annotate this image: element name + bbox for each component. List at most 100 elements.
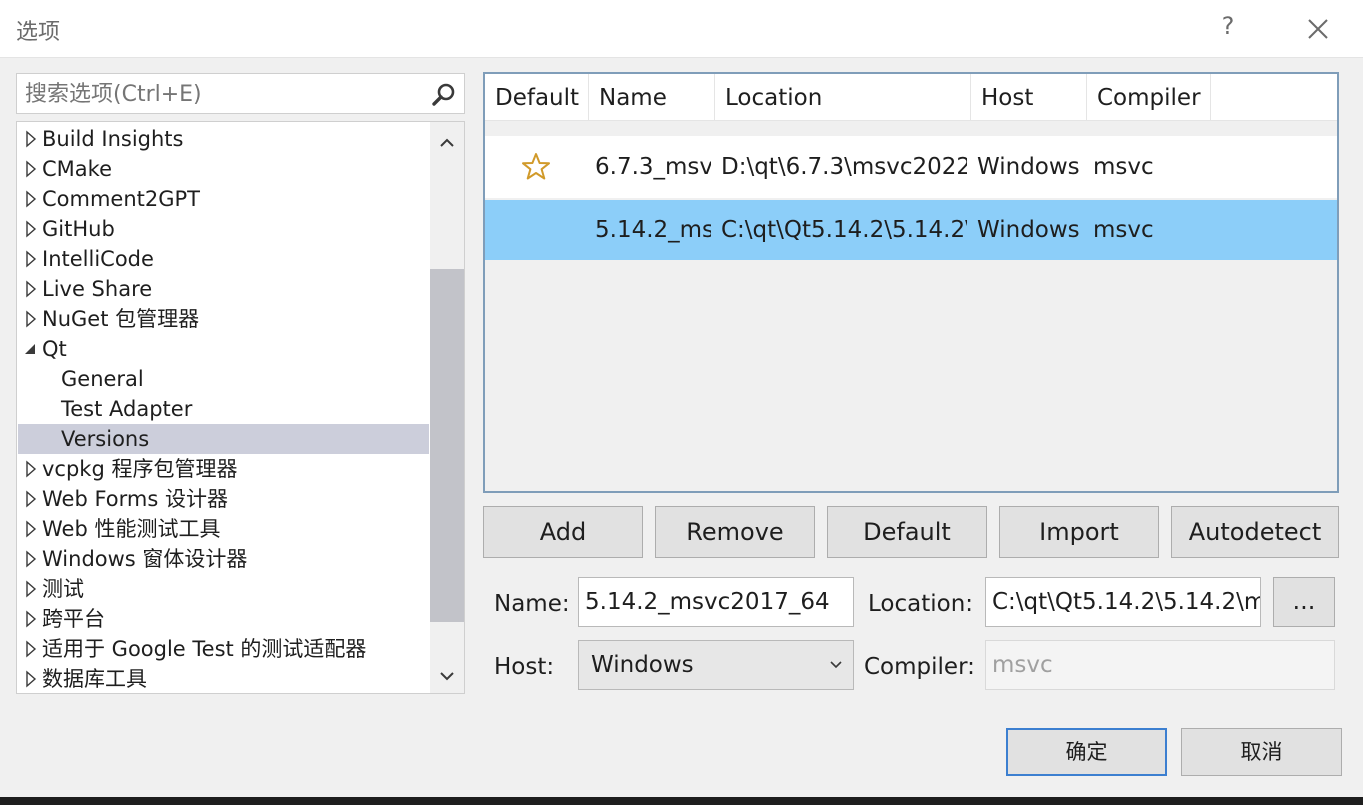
compiler-field: msvc <box>985 640 1335 690</box>
tree-item-label: IntelliCode <box>42 247 154 271</box>
table-row[interactable]: 6.7.3_msvc2022_64 D:\qt\6.7.3\msvc2022_6… <box>485 136 1337 198</box>
tree-item-label: Windows 窗体设计器 <box>42 547 248 571</box>
scroll-up-button[interactable] <box>430 126 464 160</box>
host-label: Host: <box>494 654 555 680</box>
column-header-compiler[interactable]: Compiler <box>1087 74 1211 121</box>
expand-arrow-icon[interactable] <box>24 274 38 304</box>
star-icon <box>522 153 550 180</box>
expand-arrow-icon[interactable] <box>24 664 38 694</box>
tree-item[interactable]: Windows 窗体设计器 <box>18 544 429 574</box>
expand-arrow-icon[interactable] <box>24 214 38 244</box>
tree-item-label: Build Insights <box>42 127 184 151</box>
location-label: Location: <box>868 591 974 617</box>
tree-item-label: General <box>61 367 144 391</box>
import-button[interactable]: Import <box>999 506 1159 558</box>
tree-item-label: 适用于 Google Test 的测试适配器 <box>42 637 367 661</box>
location-field[interactable]: C:\qt\Qt5.14.2\5.14.2\msvc2017_64 <box>985 577 1261 627</box>
version-compiler-cell: msvc <box>1093 154 1154 180</box>
chevron-down-icon <box>830 661 842 669</box>
tree-item[interactable]: General <box>18 364 429 394</box>
default-cell[interactable] <box>485 136 589 198</box>
tree-item-label: Web 性能测试工具 <box>42 517 221 541</box>
tree-item[interactable]: Qt <box>18 334 429 364</box>
tree-item-label: Live Share <box>42 277 153 301</box>
tree-item-label: 数据库工具 <box>42 667 147 691</box>
title-bar: 选项 ? <box>0 0 1363 58</box>
tree-item[interactable]: Live Share <box>18 274 429 304</box>
autodetect-button[interactable]: Autodetect <box>1171 506 1339 558</box>
tree-item[interactable]: 数据库工具 <box>18 664 429 694</box>
scroll-thumb[interactable] <box>430 269 464 622</box>
column-header-host[interactable]: Host <box>971 74 1087 121</box>
column-header-default[interactable]: Default <box>485 74 589 121</box>
browse-location-button[interactable]: ... <box>1273 577 1335 627</box>
tree-item[interactable]: NuGet 包管理器 <box>18 304 429 334</box>
expand-arrow-icon[interactable] <box>24 304 38 334</box>
window-title: 选项 <box>16 20 61 45</box>
version-location-cell: C:\qt\Qt5.14.2\5.14.2\msvc2017_64 <box>721 217 967 243</box>
expand-arrow-icon[interactable] <box>24 244 38 274</box>
tree-item[interactable]: Versions <box>18 424 429 454</box>
cancel-button[interactable]: 取消 <box>1181 728 1342 776</box>
expand-arrow-icon[interactable] <box>24 154 38 184</box>
tree-item-label: 测试 <box>42 577 84 601</box>
set-default-button[interactable]: Default <box>827 506 987 558</box>
host-select[interactable]: Windows <box>578 640 854 690</box>
column-header-location[interactable]: Location <box>715 74 971 121</box>
tree-item[interactable]: Web 性能测试工具 <box>18 514 429 544</box>
tree-item[interactable]: Test Adapter <box>18 394 429 424</box>
ok-button[interactable]: 确定 <box>1006 728 1167 776</box>
expand-arrow-icon[interactable] <box>24 634 38 664</box>
search-button[interactable] <box>431 82 457 108</box>
expand-arrow-icon[interactable] <box>24 184 38 214</box>
version-compiler-cell: msvc <box>1093 217 1154 243</box>
background-editor-strip <box>0 797 1363 805</box>
tree-item[interactable]: 适用于 Google Test 的测试适配器 <box>18 634 429 664</box>
tree-item[interactable]: IntelliCode <box>18 244 429 274</box>
search-icon <box>432 83 455 106</box>
table-row-selected[interactable]: 5.14.2_msvc2017_64 C:\qt\Qt5.14.2\5.14.2… <box>485 200 1337 260</box>
expand-arrow-icon[interactable] <box>24 454 38 484</box>
name-field[interactable]: 5.14.2_msvc2017_64 <box>578 577 854 627</box>
tree-item-label: Test Adapter <box>61 397 193 421</box>
tree-item-label: CMake <box>42 157 112 181</box>
options-search-box[interactable] <box>16 73 465 114</box>
tree-item[interactable]: 测试 <box>18 574 429 604</box>
search-input[interactable] <box>25 78 425 110</box>
default-cell[interactable] <box>485 200 589 260</box>
version-host-cell: Windows <box>977 217 1080 243</box>
chevron-down-icon <box>440 672 454 681</box>
tree-item[interactable]: Web Forms 设计器 <box>18 484 429 514</box>
version-location-cell: D:\qt\6.7.3\msvc2022_64 <box>721 154 967 180</box>
tree-item[interactable]: Build Insights <box>18 124 429 154</box>
expand-arrow-icon[interactable] <box>24 544 38 574</box>
tree-scrollbar[interactable] <box>430 122 464 693</box>
qt-versions-table[interactable]: Default Name Location Host Compiler 6.7.… <box>483 72 1339 493</box>
expand-arrow-icon[interactable] <box>24 124 38 154</box>
version-name-cell: 5.14.2_msvc2017_64 <box>595 217 711 243</box>
version-host-cell: Windows <box>977 154 1080 180</box>
table-header: Default Name Location Host Compiler <box>485 74 1337 121</box>
collapse-arrow-icon[interactable] <box>24 334 38 364</box>
tree-item[interactable]: CMake <box>18 154 429 184</box>
tree-item[interactable]: 跨平台 <box>18 604 429 634</box>
options-tree[interactable]: Build Insights CMake Comment2GPT GitHub Inte… <box>16 121 465 694</box>
column-header-name[interactable]: Name <box>589 74 715 121</box>
expand-arrow-icon[interactable] <box>24 514 38 544</box>
scroll-down-button[interactable] <box>430 659 464 693</box>
expand-arrow-icon[interactable] <box>24 484 38 514</box>
tree-item-label: GitHub <box>42 217 115 241</box>
expand-arrow-icon[interactable] <box>24 574 38 604</box>
tree-item-label: 跨平台 <box>42 607 105 631</box>
remove-button[interactable]: Remove <box>655 506 815 558</box>
add-button[interactable]: Add <box>483 506 643 558</box>
help-button[interactable]: ? <box>1216 12 1240 40</box>
tree-item[interactable]: Comment2GPT <box>18 184 429 214</box>
expand-arrow-icon[interactable] <box>24 604 38 634</box>
tree-item-label: NuGet 包管理器 <box>42 307 200 331</box>
tree-item[interactable]: GitHub <box>18 214 429 244</box>
host-select-value: Windows <box>591 652 694 678</box>
tree-item[interactable]: vcpkg 程序包管理器 <box>18 454 429 484</box>
tree-item-label: vcpkg 程序包管理器 <box>42 457 238 481</box>
close-button[interactable] <box>1303 14 1333 44</box>
